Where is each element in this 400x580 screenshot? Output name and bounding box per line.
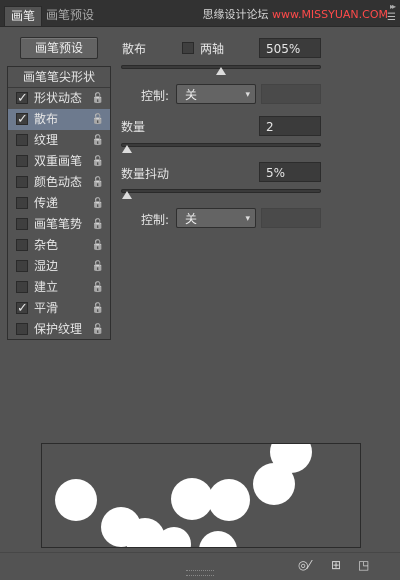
count-value-field[interactable]: 2: [259, 116, 321, 136]
brush-setting-label: 画笔笔势: [34, 217, 83, 231]
brush-setting-item[interactable]: 平滑 🔓: [8, 298, 110, 319]
brush-setting-item[interactable]: 散布 🔓: [8, 109, 110, 130]
count-jitter-label: 数量抖动: [121, 167, 170, 181]
count-jitter-control-fade-field: [261, 208, 321, 228]
brush-setting-label: 形状动态: [34, 91, 83, 105]
brush-setting-checkbox[interactable]: [16, 281, 28, 293]
watermark: 思缘设计论坛 www.MISSYUAN.COM: [202, 6, 388, 22]
chevron-down-icon: ▾: [245, 214, 250, 224]
scatter-slider-thumb[interactable]: [216, 67, 226, 75]
brush-setting-item[interactable]: 杂色 🔓: [8, 235, 110, 256]
brush-setting-label: 保护纹理: [34, 322, 83, 336]
tab-bar: 画笔 画笔预设 思缘设计论坛 www.MISSYUAN.COM ▸▸ ☰: [0, 0, 400, 27]
brush-presets-button[interactable]: 画笔预设: [20, 37, 98, 59]
count-jitter-slider[interactable]: [121, 189, 321, 193]
brush-settings-list: 画笔笔尖形状 形状动态🔓散布🔓纹理🔓双重画笔🔓颜色动态🔓传递🔓画笔笔势🔓杂色🔓湿…: [7, 66, 111, 340]
count-jitter-control-dropdown[interactable]: 关 ▾: [176, 208, 256, 228]
chevron-down-icon: ▾: [245, 90, 250, 100]
brush-setting-checkbox[interactable]: [16, 260, 28, 272]
count-slider[interactable]: [121, 143, 321, 147]
tab-brush-presets[interactable]: 画笔预设: [40, 6, 100, 26]
brush-dab: [199, 531, 237, 547]
count-jitter-value-field[interactable]: 5%: [259, 162, 321, 182]
both-axes-checkbox[interactable]: [182, 42, 194, 54]
brush-setting-label: 颜色动态: [34, 175, 83, 189]
brush-setting-label: 纹理: [34, 133, 59, 147]
lock-icon[interactable]: 🔓: [92, 172, 104, 193]
watermark-site-name: 思缘设计论坛: [202, 8, 269, 21]
count-jitter-control-label: 控制:: [141, 213, 170, 227]
resize-grip[interactable]: [186, 570, 214, 576]
brush-setting-checkbox[interactable]: [16, 239, 28, 251]
lock-icon[interactable]: 🔓: [92, 235, 104, 256]
brush-setting-item[interactable]: 传递 🔓: [8, 193, 110, 214]
brush-setting-item[interactable]: 纹理 🔓: [8, 130, 110, 151]
brush-tip-shape-item[interactable]: 画笔笔尖形状: [8, 67, 110, 88]
brush-setting-item[interactable]: 建立 🔓: [8, 277, 110, 298]
brush-setting-checkbox[interactable]: [16, 197, 28, 209]
brush-setting-label: 杂色: [34, 238, 59, 252]
grid-icon[interactable]: ⊞: [331, 558, 341, 572]
brush-preview-canvas: [55, 444, 312, 547]
brush-setting-item[interactable]: 保护纹理 🔓: [8, 319, 110, 340]
brush-toggle-icon[interactable]: ◎⁄: [298, 558, 310, 572]
count-jitter-slider-thumb[interactable]: [122, 191, 132, 199]
brush-setting-label: 传递: [34, 196, 59, 210]
lock-icon[interactable]: 🔓: [92, 88, 104, 109]
lock-icon[interactable]: 🔓: [92, 214, 104, 235]
panel-menu-icon[interactable]: ☰: [387, 12, 396, 23]
brush-setting-checkbox[interactable]: [16, 298, 28, 319]
brush-setting-label: 双重画笔: [34, 154, 83, 168]
brush-setting-item[interactable]: 颜色动态 🔓: [8, 172, 110, 193]
scatter-value-field[interactable]: 505%: [259, 38, 321, 58]
lock-icon[interactable]: 🔓: [92, 109, 104, 130]
lock-icon[interactable]: 🔓: [92, 256, 104, 277]
new-preset-icon[interactable]: ◳: [358, 558, 369, 572]
brush-panel: 画笔 画笔预设 思缘设计论坛 www.MISSYUAN.COM ▸▸ ☰ 画笔预…: [0, 0, 400, 580]
scatter-control-dropdown[interactable]: 关 ▾: [176, 84, 256, 104]
lock-icon[interactable]: 🔓: [92, 319, 104, 340]
lock-icon[interactable]: 🔓: [92, 298, 104, 319]
brush-setting-checkbox[interactable]: [16, 218, 28, 230]
brush-setting-checkbox[interactable]: [16, 323, 28, 335]
brush-stroke-preview: [41, 443, 361, 548]
scatter-control-label: 控制:: [141, 89, 170, 103]
brush-setting-label: 散布: [34, 112, 59, 126]
brush-dab: [208, 479, 250, 521]
count-jitter-control-value: 关: [185, 212, 198, 226]
count-label: 数量: [121, 120, 146, 134]
count-slider-thumb[interactable]: [122, 145, 132, 153]
collapse-icon[interactable]: ▸▸: [390, 2, 396, 11]
brush-dab: [171, 478, 213, 520]
brush-setting-item[interactable]: 双重画笔 🔓: [8, 151, 110, 172]
brush-setting-label: 平滑: [34, 301, 59, 315]
lock-icon[interactable]: 🔓: [92, 277, 104, 298]
scatter-label: 散布: [122, 42, 147, 56]
brush-setting-checkbox[interactable]: [16, 88, 28, 109]
tab-brush[interactable]: 画笔: [4, 6, 43, 26]
lock-icon[interactable]: 🔓: [92, 193, 104, 214]
brush-setting-label: 建立: [34, 280, 59, 294]
scatter-control-fade-field: [261, 84, 321, 104]
lock-icon[interactable]: 🔓: [92, 151, 104, 172]
brush-setting-label: 湿边: [34, 259, 59, 273]
both-axes-label: 两轴: [200, 42, 225, 56]
brush-setting-item[interactable]: 形状动态 🔓: [8, 88, 110, 109]
brush-setting-item[interactable]: 湿边 🔓: [8, 256, 110, 277]
brush-dab: [55, 479, 97, 521]
brush-setting-checkbox[interactable]: [16, 176, 28, 188]
brush-setting-checkbox[interactable]: [16, 109, 28, 130]
brush-setting-checkbox[interactable]: [16, 155, 28, 167]
watermark-url: www.MISSYUAN.COM: [268, 8, 388, 21]
scatter-control-value: 关: [185, 88, 198, 102]
brush-setting-item[interactable]: 画笔笔势 🔓: [8, 214, 110, 235]
brush-setting-checkbox[interactable]: [16, 134, 28, 146]
lock-icon[interactable]: 🔓: [92, 130, 104, 151]
